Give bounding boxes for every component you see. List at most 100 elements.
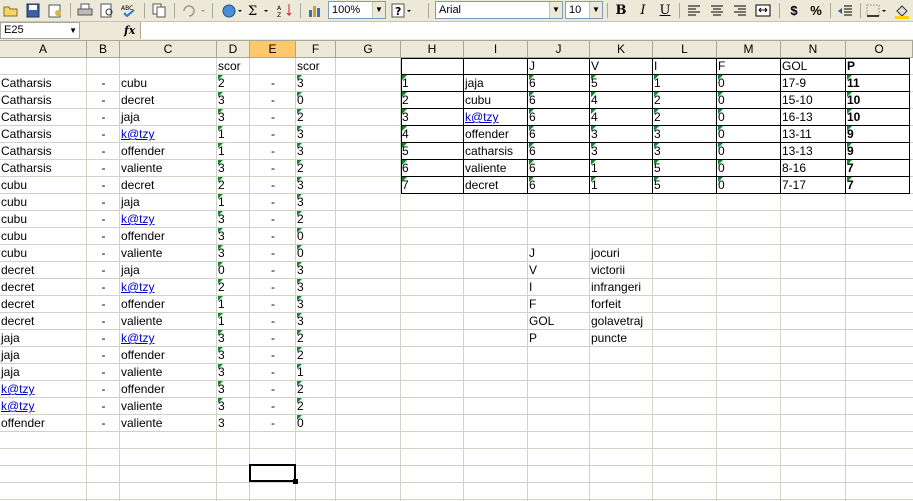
match-score-dash[interactable]: - (251, 415, 295, 432)
standings-goal-diff[interactable]: 13-13 (782, 143, 845, 160)
match-home-team[interactable]: cubu (1, 211, 86, 228)
standings-header-f[interactable]: F (718, 58, 780, 75)
match-home-score[interactable]: 3 (218, 415, 249, 432)
match-home-team[interactable]: cubu (1, 228, 86, 245)
match-score-dash[interactable]: - (251, 160, 295, 177)
fill-color-icon[interactable] (893, 2, 913, 19)
match-away-team[interactable]: valiente (121, 160, 216, 177)
standings-wins[interactable]: 4 (591, 92, 652, 109)
match-away-team[interactable]: cubu (121, 75, 216, 92)
match-score-dash[interactable]: - (251, 347, 295, 364)
standings-losses[interactable]: 3 (654, 143, 716, 160)
match-home-team[interactable]: decret (1, 313, 86, 330)
match-home-score[interactable]: 3 (218, 245, 249, 262)
standings-losses[interactable]: 1 (654, 75, 716, 92)
standings-wins[interactable]: 3 (591, 143, 652, 160)
standings-played[interactable]: 6 (529, 160, 589, 177)
match-home-team[interactable]: jaja (1, 330, 86, 347)
match-separator[interactable]: - (88, 211, 119, 228)
match-home-score[interactable]: 3 (218, 330, 249, 347)
open-icon[interactable] (2, 2, 20, 19)
column-header-l[interactable]: L (653, 41, 717, 58)
copy-icon[interactable] (150, 2, 168, 19)
standings-rank[interactable]: 1 (402, 75, 463, 92)
print-preview-icon[interactable] (98, 2, 116, 19)
match-home-team[interactable]: Catharsis (1, 160, 86, 177)
legend-meaning[interactable]: jocuri (591, 245, 652, 262)
column-header-f[interactable]: F (296, 41, 336, 58)
zoom-dropdown[interactable]: 100% ▼ (328, 1, 386, 19)
match-away-score[interactable]: 3 (297, 177, 335, 194)
match-score-dash[interactable]: - (251, 381, 295, 398)
standings-forfeits[interactable]: 0 (718, 109, 780, 126)
match-home-score[interactable]: 3 (218, 160, 249, 177)
column-header-h[interactable]: H (401, 41, 464, 58)
standings-losses[interactable]: 2 (654, 92, 716, 109)
match-away-team[interactable]: valiente (121, 245, 216, 262)
standings-points[interactable]: 7 (847, 177, 912, 194)
match-away-score[interactable]: 1 (297, 364, 335, 381)
hyperlink-icon[interactable] (220, 2, 244, 19)
column-header-i[interactable]: I (464, 41, 528, 58)
match-score-dash[interactable]: - (251, 296, 295, 313)
match-score-dash[interactable]: - (251, 228, 295, 245)
match-home-team[interactable]: offender (1, 415, 86, 432)
match-home-score[interactable]: 1 (218, 143, 249, 160)
match-score-dash[interactable]: - (251, 194, 295, 211)
standings-losses[interactable]: 2 (654, 109, 716, 126)
standings-points[interactable]: 9 (847, 143, 912, 160)
standings-team[interactable]: catharsis (465, 143, 527, 160)
match-home-team[interactable]: decret (1, 262, 86, 279)
match-away-team[interactable]: valiente (121, 415, 216, 432)
standings-goal-diff[interactable]: 16-13 (782, 109, 845, 126)
standings-header-i[interactable]: I (654, 58, 716, 75)
match-separator[interactable]: - (88, 75, 119, 92)
column-header-k[interactable]: K (590, 41, 653, 58)
match-score-dash[interactable]: - (251, 143, 295, 160)
column-header-m[interactable]: M (717, 41, 781, 58)
match-away-team[interactable]: k@tzy (121, 330, 216, 347)
standings-header-gol[interactable]: GOL (782, 58, 845, 75)
legend-meaning[interactable]: golavetraj (591, 313, 652, 330)
match-home-team[interactable]: k@tzy (1, 381, 86, 398)
standings-rank[interactable]: 4 (402, 126, 463, 143)
match-separator[interactable]: - (88, 126, 119, 143)
standings-goal-diff[interactable]: 8-16 (782, 160, 845, 177)
legend-abbreviation[interactable]: GOL (529, 313, 589, 330)
match-away-score[interactable]: 0 (297, 245, 335, 262)
standings-team[interactable]: decret (465, 177, 527, 194)
percent-button[interactable]: % (806, 2, 826, 19)
decrease-indent-icon[interactable] (836, 2, 854, 19)
standings-played[interactable]: 6 (529, 109, 589, 126)
match-away-score[interactable]: 2 (297, 398, 335, 415)
standings-played[interactable]: 6 (529, 92, 589, 109)
standings-points[interactable]: 9 (847, 126, 912, 143)
standings-points[interactable]: 11 (847, 75, 912, 92)
match-home-score[interactable]: 3 (218, 211, 249, 228)
column-header-o[interactable]: O (846, 41, 913, 58)
match-away-team[interactable]: offender (121, 296, 216, 313)
match-home-team[interactable]: decret (1, 296, 86, 313)
match-away-score[interactable]: 2 (297, 330, 335, 347)
match-score-dash[interactable]: - (251, 364, 295, 381)
italic-button[interactable]: I (633, 2, 653, 19)
match-separator[interactable]: - (88, 194, 119, 211)
standings-losses[interactable]: 5 (654, 160, 716, 177)
match-away-team[interactable]: offender (121, 228, 216, 245)
match-away-score[interactable]: 3 (297, 194, 335, 211)
match-home-score[interactable]: 2 (218, 75, 249, 92)
column-header-j[interactable]: J (528, 41, 590, 58)
match-away-score[interactable]: 3 (297, 313, 335, 330)
match-away-score[interactable]: 2 (297, 381, 335, 398)
standings-rank[interactable]: 7 (402, 177, 463, 194)
permission-icon[interactable] (46, 2, 64, 19)
match-away-team[interactable]: valiente (121, 364, 216, 381)
standings-forfeits[interactable]: 0 (718, 75, 780, 92)
match-home-team[interactable]: jaja (1, 347, 86, 364)
match-separator[interactable]: - (88, 143, 119, 160)
match-home-team[interactable]: cubu (1, 245, 86, 262)
match-away-team[interactable]: k@tzy (121, 126, 216, 143)
match-away-score[interactable]: 2 (297, 211, 335, 228)
print-icon[interactable] (76, 2, 94, 19)
match-home-score[interactable]: 3 (218, 228, 249, 245)
